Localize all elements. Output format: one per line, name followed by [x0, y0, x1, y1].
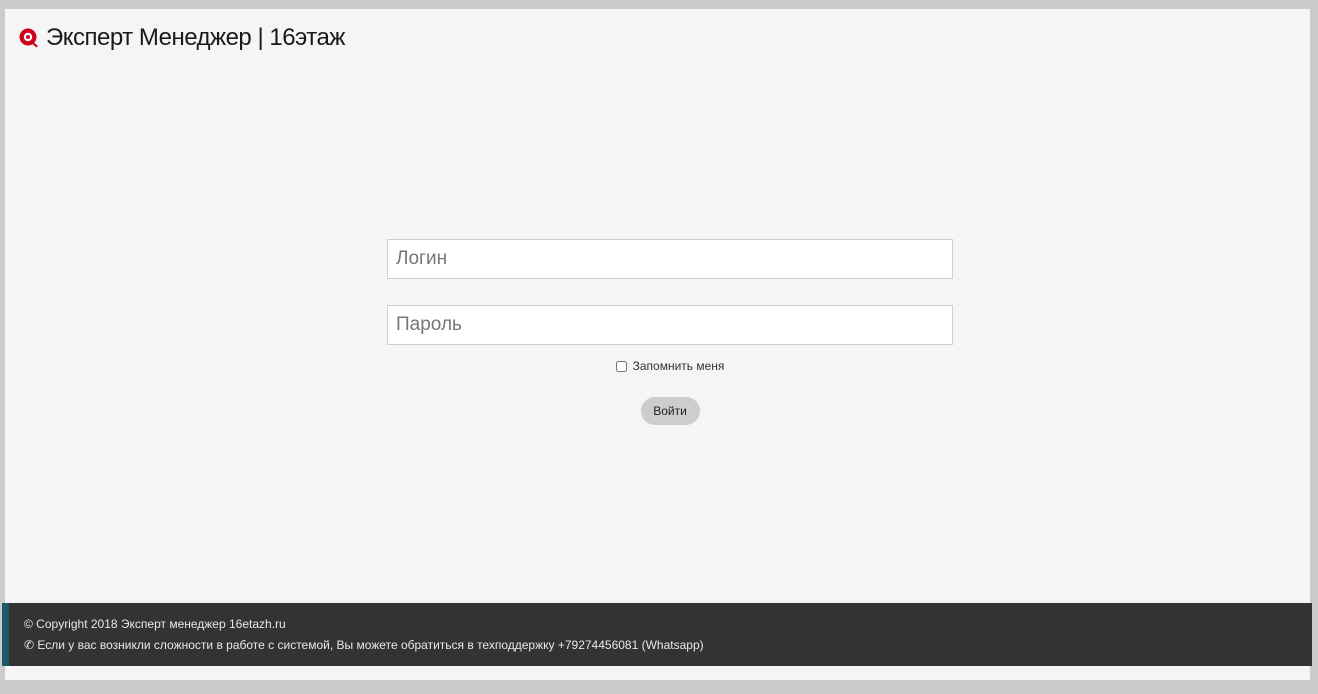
page-frame: Эксперт Менеджер | 16этаж Запомнить меня… [5, 9, 1310, 680]
page-header: Эксперт Менеджер | 16этаж [18, 23, 345, 53]
submit-row: Войти [387, 397, 953, 425]
remember-me-checkbox[interactable] [615, 360, 627, 372]
password-input[interactable] [387, 305, 953, 345]
footer-copyright: © Copyright 2018 Эксперт менеджер 16etaz… [24, 617, 286, 631]
login-button[interactable]: Войти [640, 397, 700, 425]
remember-me-row: Запомнить меня [387, 359, 953, 373]
login-input[interactable] [387, 239, 953, 279]
app-title: Эксперт Менеджер | 16этаж [46, 24, 345, 51]
brand-logo-icon [18, 27, 40, 49]
login-form: Запомнить меня Войти [387, 239, 953, 425]
page-footer: © Copyright 2018 Эксперт менеджер 16etaz… [2, 603, 1312, 666]
footer-support-text: ✆ Если у вас возникли сложности в работе… [24, 638, 704, 652]
remember-me-label[interactable]: Запомнить меня [633, 359, 725, 373]
